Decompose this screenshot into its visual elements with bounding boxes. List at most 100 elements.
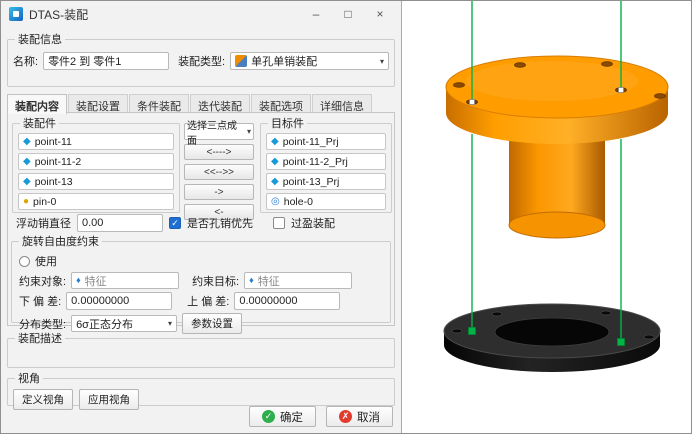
- tab-details[interactable]: 详细信息: [312, 94, 372, 114]
- list-item[interactable]: ◆ point-11_Prj: [266, 133, 386, 150]
- move-right-button[interactable]: ->: [184, 184, 254, 200]
- cancel-button[interactable]: ✗ 取消: [326, 406, 393, 427]
- minimize-button[interactable]: –: [303, 7, 329, 21]
- hole-pin-priority-checkbox[interactable]: ✓: [169, 217, 181, 229]
- bolt-hole: [515, 63, 526, 68]
- assembly-info-group: 装配信息 名称: 装配类型: 单孔单销装配 ▾: [7, 31, 395, 87]
- app-window: DTAS-装配 – □ × 装配信息 名称: 装配类型: 单孔单销装配 ▾ 装配…: [0, 0, 692, 434]
- list-item[interactable]: ◆ point-13_Prj: [266, 173, 386, 190]
- assembly-parts-legend: 装配件: [20, 115, 59, 131]
- assembly-name-input[interactable]: [43, 52, 169, 70]
- constraint-target-field[interactable]: ♦ 特征: [244, 272, 352, 289]
- item-label: point-13: [35, 176, 73, 188]
- dialog-footer: ✓ 确定 ✗ 取消: [249, 406, 393, 427]
- constraint-object-field[interactable]: ♦ 特征: [71, 272, 179, 289]
- upper-deviation-label: 上 偏 差:: [187, 293, 229, 309]
- assembly-info-legend: 装配信息: [15, 31, 65, 47]
- use-label: 使用: [35, 253, 57, 269]
- app-icon: [9, 7, 23, 21]
- list-item[interactable]: ◎ hole-0: [266, 193, 386, 210]
- target-parts-group: 目标件 ◆ point-11_Prj ◆ point-11-2_Prj ◆ po…: [260, 115, 392, 213]
- list-item[interactable]: ◆ point-11-2_Prj: [266, 153, 386, 170]
- titlebar[interactable]: DTAS-装配 – □ ×: [1, 1, 401, 27]
- close-button[interactable]: ×: [367, 7, 393, 21]
- rotation-constraint-legend: 旋转自由度约束: [19, 233, 102, 249]
- interference-label: 过盈装配: [291, 215, 335, 231]
- assembly-type-value: 单孔单销装配: [251, 53, 317, 69]
- assembly-description-legend: 装配描述: [15, 330, 65, 346]
- point-icon: ◆: [23, 137, 31, 147]
- ring-hole: [601, 311, 611, 315]
- tab-bar: 装配内容 装配设置 条件装配 迭代装配 装配选项 详细信息: [7, 93, 373, 113]
- constraint-target-value: 特征: [258, 273, 280, 289]
- hole-icon: ◎: [271, 197, 280, 207]
- feature-icon: ♦: [76, 276, 81, 285]
- cancel-cross-icon: ✗: [339, 410, 352, 423]
- bolt-hole: [454, 83, 465, 88]
- assembly-type-select[interactable]: 单孔单销装配 ▾: [230, 52, 389, 70]
- dtas-assembly-dialog: DTAS-装配 – □ × 装配信息 名称: 装配类型: 单孔单销装配 ▾ 装配…: [1, 1, 402, 433]
- assembly-parts-group: 装配件 ◆ point-11 ◆ point-11-2 ◆ point-13 ●…: [12, 115, 180, 213]
- ring-hole: [644, 335, 654, 339]
- define-view-button[interactable]: 定义视角: [13, 389, 73, 410]
- tab-assembly-content[interactable]: 装配内容: [7, 94, 67, 114]
- view-angle-legend: 视角: [15, 370, 43, 386]
- name-label: 名称:: [13, 53, 38, 69]
- bolt-hole: [602, 62, 613, 67]
- point-icon: ◆: [271, 177, 279, 187]
- green-square-marker: [469, 328, 476, 335]
- tab-conditional-assembly[interactable]: 条件装配: [129, 94, 189, 114]
- type-label: 装配类型:: [178, 53, 225, 69]
- apply-view-button[interactable]: 应用视角: [79, 389, 139, 410]
- 3d-viewport[interactable]: [402, 1, 692, 434]
- ok-check-icon: ✓: [262, 410, 275, 423]
- window-title: DTAS-装配: [29, 6, 297, 23]
- tab-assembly-settings[interactable]: 装配设置: [68, 94, 128, 114]
- interference-checkbox[interactable]: [273, 217, 285, 229]
- pin-icon: ●: [23, 197, 29, 207]
- upper-deviation-input[interactable]: [234, 292, 340, 310]
- item-label: point-11-2_Prj: [283, 156, 348, 168]
- pin-diameter-input[interactable]: [77, 214, 163, 232]
- target-parts-legend: 目标件: [268, 115, 307, 131]
- ring-hole: [452, 329, 462, 333]
- chevron-down-icon: ▾: [168, 319, 172, 328]
- white-square-marker: [470, 100, 475, 105]
- constraint-target-label: 约束目标:: [192, 273, 239, 289]
- map-all-pairs-button[interactable]: <<-->>: [184, 164, 254, 180]
- ok-label: 确定: [280, 409, 303, 425]
- assembly-description-group[interactable]: 装配描述: [7, 330, 395, 368]
- item-label: point-11-2: [35, 156, 82, 168]
- green-square-marker: [618, 339, 625, 346]
- tab-iterative-assembly[interactable]: 迭代装配: [190, 94, 250, 114]
- orange-flange-part: [446, 56, 668, 238]
- item-label: point-11: [35, 136, 72, 148]
- lower-deviation-input[interactable]: [66, 292, 172, 310]
- hole-pin-priority-label: 是否孔销优先: [187, 215, 253, 231]
- pin-diameter-label: 浮动销直径: [16, 215, 71, 231]
- feature-icon: ♦: [249, 276, 254, 285]
- three-point-plane-label: 选择三点成面: [187, 117, 243, 147]
- list-item[interactable]: ◆ point-13: [18, 173, 174, 190]
- point-icon: ◆: [271, 137, 279, 147]
- assembly-type-icon: [235, 55, 247, 67]
- list-item[interactable]: ● pin-0: [18, 193, 174, 210]
- tab-assembly-options[interactable]: 装配选项: [251, 94, 311, 114]
- ring-hole: [492, 312, 502, 316]
- chevron-down-icon: ▾: [247, 127, 251, 136]
- ok-button[interactable]: ✓ 确定: [249, 406, 316, 427]
- item-label: pin-0: [33, 196, 56, 208]
- point-icon: ◆: [23, 157, 31, 167]
- use-radio[interactable]: [19, 256, 30, 267]
- point-icon: ◆: [23, 177, 31, 187]
- three-point-plane-select[interactable]: 选择三点成面 ▾: [184, 123, 254, 140]
- lower-deviation-label: 下 偏 差:: [19, 293, 61, 309]
- item-label: point-13_Prj: [283, 176, 340, 188]
- maximize-button[interactable]: □: [335, 7, 361, 21]
- list-item[interactable]: ◆ point-11: [18, 133, 174, 150]
- list-item[interactable]: ◆ point-11-2: [18, 153, 174, 170]
- view-angle-group: 视角 定义视角 应用视角: [7, 370, 395, 406]
- 3d-scene: [402, 1, 692, 434]
- rotation-constraint-group: 旋转自由度约束 使用 约束对象: ♦ 特征 约束目标: ♦ 特征: [11, 233, 391, 323]
- transfer-controls: 选择三点成面 ▾ <----> <<-->> -> <-: [184, 123, 254, 220]
